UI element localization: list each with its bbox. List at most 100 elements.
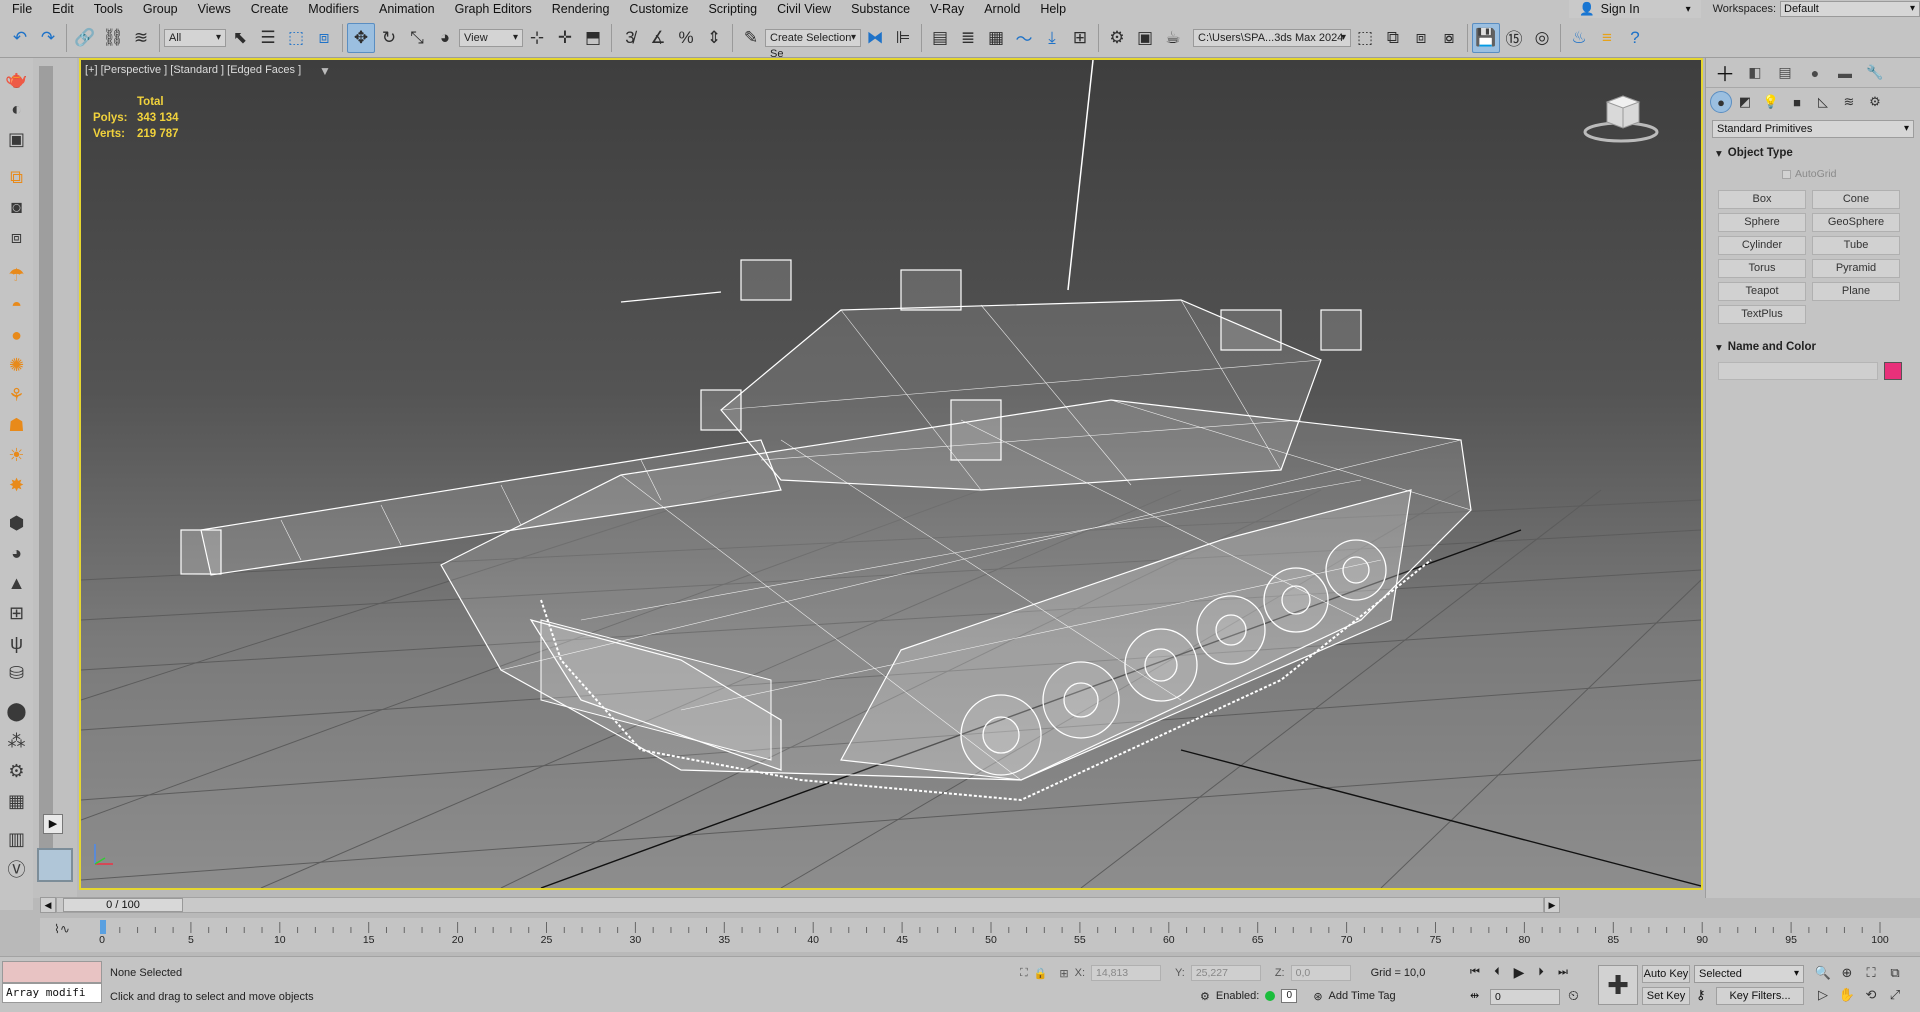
selection-filter-dropdown[interactable]: All <box>164 28 226 47</box>
next-key-icon[interactable]: ⏵ <box>1532 963 1550 981</box>
systems-icon[interactable]: ⚙ <box>1862 90 1888 114</box>
maxscript-input[interactable]: Array modifi <box>2 983 102 1003</box>
autodesk-15-icon[interactable]: ⑮ <box>1500 23 1528 53</box>
menu-tools[interactable]: Tools <box>84 0 133 18</box>
time-configuration-icon[interactable]: ⏲ <box>1568 987 1579 1004</box>
x-coordinate-field[interactable]: 14,813 <box>1091 965 1162 981</box>
filter-icon[interactable]: ▼ <box>319 64 331 78</box>
cameras-icon[interactable]: ■ <box>1784 90 1810 114</box>
align-icon[interactable]: ⊫ <box>889 23 917 53</box>
utilities-tab-icon[interactable]: 🔧 <box>1860 60 1890 86</box>
curve-editor-icon[interactable]: 〜 <box>1010 23 1038 53</box>
curve-editor-mini-icon[interactable]: ⌇∿ <box>54 922 70 936</box>
add-time-tag-button[interactable]: Add Time Tag <box>1329 990 1396 1002</box>
arnold-render-icon[interactable]: ♨ <box>1565 23 1593 53</box>
geometry-icon[interactable]: ● <box>1710 91 1732 113</box>
set-keys-icon[interactable]: ✚ <box>1598 965 1638 1005</box>
teapot-icon[interactable]: 🫖 <box>3 64 31 94</box>
space-warps-icon[interactable]: ≋ <box>1836 90 1862 114</box>
schematic-view-icon[interactable]: ⤓ <box>1038 23 1066 53</box>
named-selection-dropdown[interactable]: Create Selection Se <box>765 28 861 60</box>
track-bar[interactable]: ⌇∿ 0 5 10 15 20 25 30 35 40 45 50 55 60 65 70 75 80 85 90 9… <box>40 918 1920 952</box>
key-mode-dropdown[interactable]: Selected <box>1694 965 1804 983</box>
go-to-start-icon[interactable]: ⏮ <box>1466 963 1484 981</box>
bind-space-warp-icon[interactable]: ≋ <box>127 23 155 53</box>
keyboard-shortcut-override-icon[interactable]: ⬒ <box>579 23 607 53</box>
layer-explorer-icon[interactable]: ≣ <box>954 23 982 53</box>
spinner-snap-icon[interactable]: ⇕ <box>700 23 728 53</box>
save-scene-icon[interactable]: 💾 <box>1472 22 1500 53</box>
current-frame-field[interactable]: 0 <box>1490 989 1560 1005</box>
isolate-selection-icon[interactable]: ⛶ <box>1020 967 1028 980</box>
help-icon[interactable]: ? <box>1621 23 1649 53</box>
snaps-toggle-icon[interactable]: 3̸ <box>616 23 644 53</box>
umbrella-icon[interactable]: ☂ <box>3 260 31 290</box>
box-icon[interactable]: ▣ <box>3 124 31 154</box>
menu-civil-view[interactable]: Civil View <box>767 0 841 18</box>
autogrid-option[interactable]: AutoGrid <box>1782 168 1914 180</box>
grass-icon[interactable]: ψ <box>3 628 31 658</box>
select-and-rotate-icon[interactable]: ↻ <box>375 23 403 53</box>
lights-icon[interactable]: 💡 <box>1758 90 1784 114</box>
object-name-field[interactable] <box>1718 362 1878 380</box>
display-tab-icon[interactable]: ▬ <box>1830 60 1860 86</box>
burst-icon[interactable]: ✸ <box>3 470 31 500</box>
geosphere-icon[interactable]: ✺ <box>3 350 31 380</box>
geosphere-button[interactable]: GeoSphere <box>1812 213 1900 232</box>
menu-create[interactable]: Create <box>241 0 299 18</box>
menu-graph-editors[interactable]: Graph Editors <box>445 0 542 18</box>
zoom-icon[interactable]: 🔍 <box>1812 963 1834 983</box>
zoom-extents-icon[interactable]: ⛶ <box>1860 963 1882 983</box>
lock-icon[interactable]: 🔒 <box>1034 967 1048 980</box>
render-production-icon[interactable]: ☕ <box>1159 23 1187 53</box>
time-tag-icon[interactable]: ⊛ <box>1313 990 1322 1003</box>
create-tab-icon[interactable]: ＋ <box>1710 60 1740 86</box>
perspective-viewport[interactable]: [+] [Perspective ] [Standard ] [Edged Fa… <box>79 58 1703 890</box>
pyramid-icon[interactable]: ▲ <box>3 568 31 598</box>
absolute-mode-icon[interactable]: ⊞ <box>1059 967 1068 980</box>
mirror-icon[interactable]: ⧓ <box>861 23 889 53</box>
maximize-viewport-icon[interactable]: ⤢ <box>1884 985 1906 1005</box>
viewcube[interactable] <box>1581 88 1661 148</box>
unlink-icon[interactable]: ⛓ <box>99 23 127 53</box>
render-icon[interactable]: ⧈ <box>3 222 31 252</box>
next-frame-arrow[interactable]: ▶ <box>1544 897 1560 913</box>
orbit-icon[interactable]: ⟲ <box>1860 985 1882 1005</box>
sun-icon[interactable]: ☀ <box>3 440 31 470</box>
sphere-button[interactable]: Sphere <box>1718 213 1806 232</box>
cylinder-button[interactable]: Cylinder <box>1718 236 1806 255</box>
bucket-icon[interactable]: ⛁ <box>3 658 31 688</box>
box-button[interactable]: Box <box>1718 190 1806 209</box>
menu-customize[interactable]: Customize <box>619 0 698 18</box>
menu-substance[interactable]: Substance <box>841 0 920 18</box>
menu-group[interactable]: Group <box>133 0 188 18</box>
autogrid-checkbox[interactable] <box>1782 169 1791 179</box>
redo-icon[interactable]: ↷ <box>34 23 62 53</box>
helpers-icon[interactable]: ◺ <box>1810 90 1836 114</box>
material-editor-icon[interactable]: ⊞ <box>1066 23 1094 53</box>
select-and-place-icon[interactable]: ◕ <box>431 23 459 53</box>
textplus-button[interactable]: TextPlus <box>1718 305 1806 324</box>
set-project-icon[interactable]: ⧇ <box>1435 23 1463 53</box>
grid-box-icon[interactable]: ⊞ <box>3 598 31 628</box>
bell-icon[interactable]: ☗ <box>3 410 31 440</box>
enabled-value[interactable]: 0 <box>1281 989 1298 1003</box>
y-coordinate-field[interactable]: 25,227 <box>1190 965 1261 981</box>
play-icon[interactable]: ▶ <box>1510 963 1528 981</box>
previous-frame-arrow[interactable]: ◀ <box>40 897 56 913</box>
menu-vray[interactable]: V-Ray <box>920 0 974 18</box>
layers-icon[interactable]: ▦ <box>3 786 31 816</box>
teapot-button[interactable]: Teapot <box>1718 282 1806 301</box>
object-category-dropdown[interactable]: Standard Primitives <box>1712 120 1914 138</box>
z-coordinate-field[interactable]: 0,0 <box>1290 965 1351 981</box>
time-slider-track[interactable]: 0 / 100 <box>56 897 1544 913</box>
select-manipulate-icon[interactable]: ✛ <box>551 23 579 53</box>
dome-icon[interactable]: ◓ <box>3 290 31 320</box>
enabled-indicator[interactable] <box>1265 991 1276 1001</box>
pyramid-button[interactable]: Pyramid <box>1812 259 1900 278</box>
menu-scripting[interactable]: Scripting <box>698 0 767 18</box>
object-color-swatch[interactable] <box>1884 362 1902 380</box>
maxscript-listener[interactable]: Array modifi <box>2 961 102 1005</box>
time-config-icon[interactable]: ⚙ <box>1200 990 1210 1003</box>
key-filters-button[interactable]: Key Filters... <box>1716 987 1804 1005</box>
